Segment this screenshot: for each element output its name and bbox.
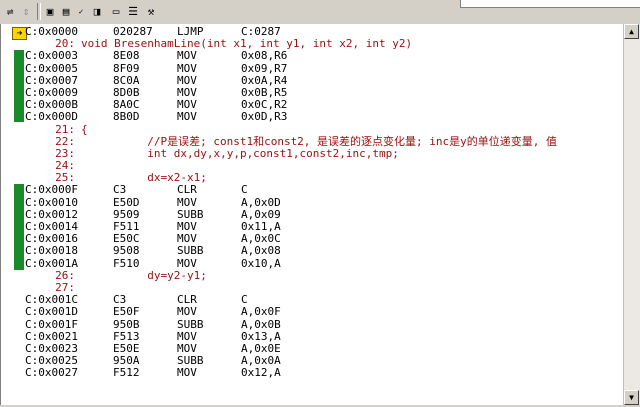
operands: 0x08,R6 [241,49,288,63]
operands: A,0x0F [241,305,281,319]
mnemonic: MOV [177,61,197,75]
opcode: 8E08 [113,49,140,63]
operands: 0x12,A [241,366,281,380]
operands: 0x09,R7 [241,61,288,75]
source-line[interactable]: 26: dy=y2-y1; [25,268,625,282]
mnemonic: MOV [177,305,197,319]
address: C:0x001F [25,317,78,331]
asm-line[interactable]: C:0x0003 8E08 MOV 0x08,R6 [25,50,625,62]
opcode: C3 [113,183,127,197]
vertical-scrollbar[interactable]: ▲ ▼ [623,24,640,405]
asm-line[interactable]: C:0x001A F510 MOV 0x10,A [25,256,625,270]
mnemonic: SUBB [177,317,204,331]
asm-line[interactable]: C:0x0027 F512 MOV 0x12,A [25,367,625,379]
opcode: E50F [113,305,140,319]
asm-line[interactable]: C:0x0005 8F09 MOV 0x09,R7 [25,61,625,75]
source-text: { [81,122,88,136]
operands: C [241,183,248,197]
window-icon[interactable]: ▭ [108,3,124,19]
mnemonic: MOV [177,49,197,63]
select-icon[interactable]: ⇕ [18,3,34,19]
toolbar-separator [37,3,41,20]
opcode: F510 [113,256,140,270]
coverage-bar [14,50,24,122]
opcode: E50D [113,195,140,209]
operands: 0x0D,R3 [241,110,288,124]
asm-line[interactable]: C:0x000D 8B0D MOV 0x0D,R3 [25,111,625,123]
brackets-icon[interactable]: ⇌ [2,3,18,19]
memory-icon[interactable]: ▤ [58,3,74,19]
mnemonic: MOV [177,366,197,380]
address: C:0x0005 [25,61,78,75]
mnemonic: MOV [177,256,197,270]
operands: A,0x08 [241,244,281,258]
tab-strip [460,0,640,8]
disassembly-icon[interactable]: ▣ [42,3,58,19]
operands: A,0x0D [241,195,281,209]
asm-line[interactable]: C:0x000F C3 CLR C [25,184,625,196]
source-text: dy=y2-y1; [81,268,207,282]
list-icon[interactable]: ☰ [125,3,141,19]
address: C:0x001D [25,305,78,319]
address: C:0x000F [25,183,78,197]
code-coverage-icon[interactable]: ✓ [73,3,89,19]
address: C:0x0018 [25,244,78,258]
address: C:0x001A [25,256,78,270]
mnemonic: MOV [177,110,197,124]
mnemonic: SUBB [177,244,204,258]
asm-line[interactable]: C:0x001D E50F MOV A,0x0F [25,306,625,318]
gutter: ➔ [1,24,27,405]
opcode: 9508 [113,244,140,258]
source-line[interactable]: 23: int dx,dy,x,y,p,const1,const2,inc,tm… [25,146,625,160]
scroll-down-icon[interactable]: ▼ [624,390,639,405]
opcode: F512 [113,366,140,380]
opcode: 8F09 [113,61,140,75]
mnemonic: MOV [177,195,197,209]
source-line[interactable]: 21: { [25,122,625,136]
disassembly-listing: C:0x0000 020287 LJMP C:0287 20: void Bresenha… [25,26,625,407]
opcode: 8B0D [113,110,140,124]
toolbar: ⇌ ⇕ ▣ ▤ ✓ ◨ ▭ ☰ ⚒ [0,0,640,25]
operands: A,0x0B [241,317,281,331]
coverage-bar [14,184,24,270]
asm-line[interactable]: C:0x0010 E50D MOV A,0x0D [25,195,625,209]
address: C:0x000D [25,110,78,124]
address: C:0x0010 [25,195,78,209]
line-number: 21: [55,122,75,136]
asm-line[interactable]: C:0x001F 950B SUBB A,0x0B [25,317,625,331]
address: C:0x0027 [25,366,78,380]
operands: 0x10,A [241,256,281,270]
mnemonic: CLR [177,183,197,197]
asm-line[interactable]: C:0x0018 9508 SUBB A,0x08 [25,245,625,257]
watch-icon[interactable]: ◨ [89,3,105,19]
disassembly-window[interactable]: ➔ C:0x0000 020287 LJMP C:0287 20: void Bresen… [0,24,640,405]
source-text: int dx,dy,x,y,p,const1,const2,inc,tmp; [81,146,399,160]
scroll-up-icon[interactable]: ▲ [624,24,639,39]
hammer-icon[interactable]: ⚒ [143,3,159,19]
opcode: 950B [113,317,140,331]
address: C:0x0003 [25,49,78,63]
